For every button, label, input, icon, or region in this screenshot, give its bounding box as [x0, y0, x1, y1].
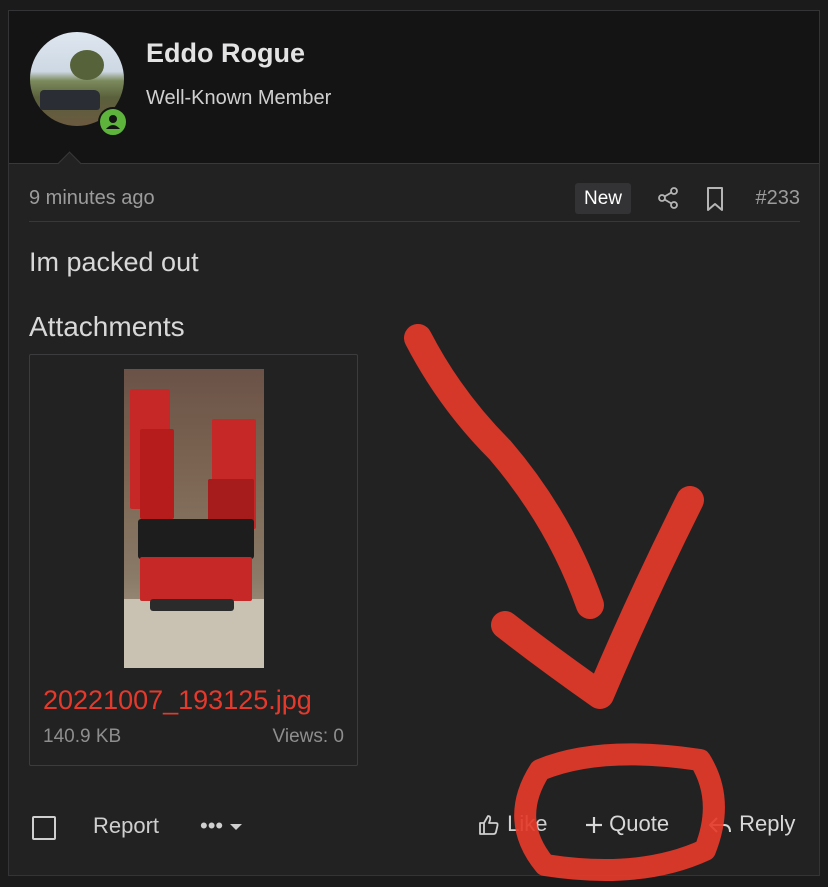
plus-icon: [586, 817, 602, 834]
avatar-tree: [70, 50, 104, 80]
share-icon[interactable]: [656, 186, 680, 210]
select-checkbox[interactable]: [32, 816, 56, 840]
quote-label: Quote: [609, 811, 670, 836]
new-badge: New: [575, 183, 632, 214]
attachment-file-name[interactable]: 20221007_193125.jpg: [43, 685, 312, 716]
post-meta: 9 minutes ago New #233: [29, 183, 800, 222]
report-button[interactable]: Report: [93, 813, 159, 839]
attachment-file-size: 140.9 KB: [43, 726, 122, 747]
chevron-down-icon: [230, 824, 243, 831]
more-options-label: •••: [200, 813, 224, 838]
thumbs-up-icon: [479, 815, 499, 836]
post-number[interactable]: #233: [756, 187, 801, 210]
bookmark-icon[interactable]: [705, 186, 725, 212]
post-timestamp[interactable]: 9 minutes ago: [29, 187, 155, 210]
user-name[interactable]: Eddo Rogue: [146, 38, 305, 69]
post-actions: Report ••• Like Quote Reply: [29, 807, 800, 847]
like-label: Like: [507, 811, 548, 836]
attachment-thumbnail[interactable]: [124, 369, 264, 668]
quote-button[interactable]: Quote: [585, 811, 669, 837]
attachment-views: Views: 0: [272, 726, 344, 747]
reply-label: Reply: [739, 811, 796, 836]
like-button[interactable]: Like: [477, 811, 547, 837]
user-title: Well-Known Member: [146, 87, 332, 109]
forum-post: Eddo Rogue Well-Known Member 9 minutes a…: [8, 10, 820, 876]
attachments-heading: Attachments: [29, 311, 185, 342]
post-body: Im packed out: [29, 247, 199, 277]
reply-button[interactable]: Reply: [707, 811, 795, 837]
avatar-truck: [40, 90, 100, 110]
header-notch: [57, 151, 82, 176]
online-status-icon: [98, 107, 128, 137]
attachment-card[interactable]: 20221007_193125.jpg 140.9 KB Views: 0: [29, 354, 358, 766]
reply-icon: [709, 817, 731, 833]
user-header: Eddo Rogue Well-Known Member: [9, 11, 819, 176]
more-options-button[interactable]: •••: [200, 813, 243, 839]
